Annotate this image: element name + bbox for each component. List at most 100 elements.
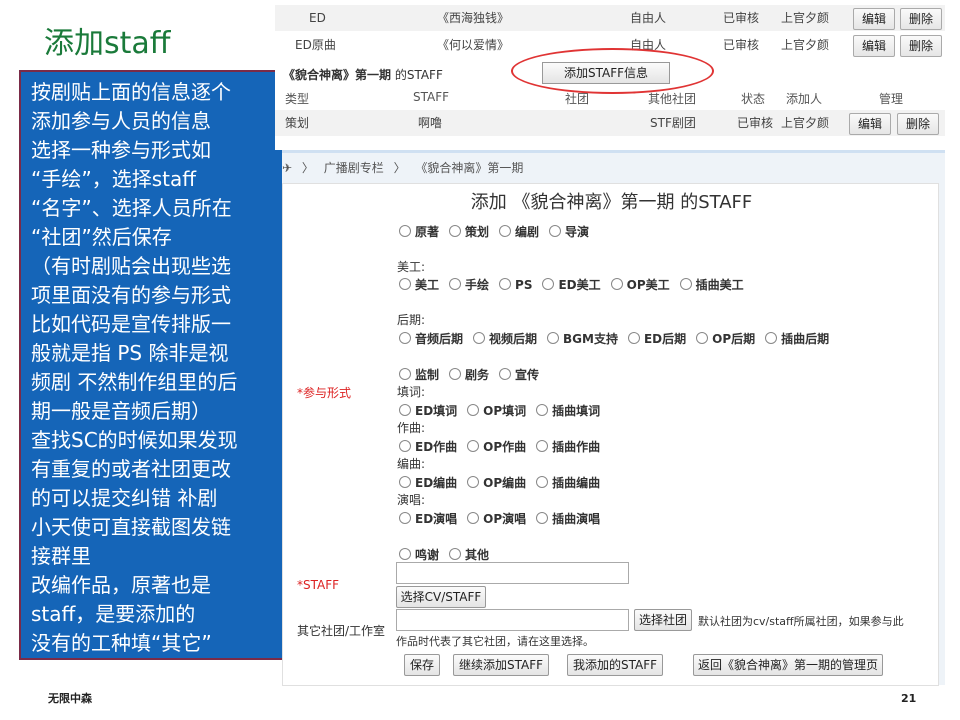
- role-radio-option[interactable]: PS: [499, 278, 532, 292]
- note-line: （有时剧贴会出现些选: [31, 254, 231, 278]
- row-type: ED原曲: [295, 38, 336, 52]
- row-other-club: STF剧团: [650, 116, 696, 130]
- row-status: 已审核: [737, 116, 774, 130]
- note-line: “名字”、选择人员所在: [31, 196, 232, 220]
- role-radio-option[interactable]: 原著: [399, 223, 439, 240]
- radio-group-post: 音频后期 视频后期 BGM支持 ED后期 OP后期 插曲后期: [399, 330, 839, 347]
- delete-button[interactable]: 删除: [900, 8, 942, 30]
- row-club: 自由人: [630, 11, 667, 25]
- role-radio-option[interactable]: 插曲演唱: [536, 510, 600, 527]
- edit-button[interactable]: 编辑: [853, 8, 895, 30]
- header-type: 类型: [285, 92, 310, 106]
- art-label: 美工:: [397, 260, 426, 274]
- radio-group-arrange: ED编曲 OP编曲 插曲编曲: [399, 474, 610, 491]
- role-radio-option[interactable]: 手绘: [449, 276, 489, 293]
- slide-title: 添加staff: [44, 26, 171, 61]
- role-radio-option[interactable]: ED编曲: [399, 474, 457, 491]
- edit-button[interactable]: 编辑: [849, 113, 891, 135]
- row-work: 《西海独钱》: [437, 11, 510, 25]
- breadcrumb-column[interactable]: 广播剧专栏: [324, 161, 384, 175]
- note-line: staff，是要添加的: [31, 602, 196, 626]
- role-radio-option[interactable]: 音频后期: [399, 330, 463, 347]
- role-radio-option[interactable]: OP美工: [611, 276, 670, 293]
- add-staff-form-screenshot: ✈ 〉 广播剧专栏 〉 《貌合神离》第一期 添加 《貌合神离》第一期 的STAF…: [282, 150, 945, 686]
- post-label: 后期:: [397, 313, 426, 327]
- select-club-button[interactable]: 选择社团: [634, 609, 692, 631]
- row-status: 已审核: [723, 38, 760, 52]
- radio-group-sing: ED演唱 OP演唱 插曲演唱: [399, 510, 610, 527]
- role-radio-option[interactable]: OP作曲: [467, 438, 526, 455]
- role-radio-option[interactable]: BGM支持: [547, 330, 618, 347]
- role-radio-option[interactable]: 宣传: [499, 366, 539, 383]
- breadcrumb: ✈ 〉 广播剧专栏 〉 《貌合神离》第一期: [282, 159, 529, 176]
- staff-table-header: 类型 STAFF 社团 其他社团 状态 添加人 管理: [275, 88, 945, 108]
- note-line: 小天使可直接截图发链: [31, 515, 231, 539]
- role-radio-option[interactable]: 编剧: [499, 223, 539, 240]
- role-radio-option[interactable]: 策划: [449, 223, 489, 240]
- role-radio-option[interactable]: OP演唱: [467, 510, 526, 527]
- role-radio-option[interactable]: ED作曲: [399, 438, 457, 455]
- note-line: 期一般是音频后期）: [31, 399, 211, 423]
- role-radio-option[interactable]: OP后期: [696, 330, 755, 347]
- chevron-right-icon: 〉: [393, 161, 406, 175]
- radio-group-lyrics: ED填词 OP填词 插曲填词: [399, 402, 610, 419]
- home-icon[interactable]: ✈: [282, 161, 292, 175]
- role-radio-option[interactable]: 监制: [399, 366, 439, 383]
- my-added-staff-button[interactable]: 我添加的STAFF: [567, 654, 663, 676]
- note-line: 改编作品，原著也是: [31, 573, 211, 597]
- radio-group-thanks: 鸣谢 其他: [399, 546, 499, 563]
- role-radio-option[interactable]: ED后期: [628, 330, 686, 347]
- header-club: 社团: [565, 92, 590, 106]
- save-button[interactable]: 保存: [404, 654, 440, 676]
- role-radio-option[interactable]: 插曲填词: [536, 402, 600, 419]
- note-line: “社团”然后保存: [31, 225, 172, 249]
- delete-button[interactable]: 删除: [900, 35, 942, 57]
- table-row: ED 《西海独钱》 自由人 已审核 上官夕颜 编辑 删除: [275, 5, 945, 31]
- note-line: “手绘”，选择staff: [31, 167, 197, 191]
- sing-label: 演唱:: [397, 493, 426, 507]
- row-adder: 上官夕颜: [781, 116, 830, 130]
- note-line: 按剧贴上面的信息逐个: [31, 80, 231, 104]
- note-line: 没有的工种填“其它”: [31, 631, 212, 655]
- note-line: 频剧 不然制作组里的后: [31, 370, 238, 394]
- role-radio-option[interactable]: 导演: [549, 223, 589, 240]
- note-line: 项里面没有的参与形式: [31, 283, 231, 307]
- header-manage: 管理: [879, 92, 904, 106]
- radio-group-art: 美工 手绘 PS ED美工 OP美工 插曲美工: [399, 276, 754, 293]
- header-status: 状态: [741, 92, 766, 106]
- role-radio-option[interactable]: ED美工: [542, 276, 600, 293]
- club-hint-line1: 默认社团为cv/staff所属社团，如果参与此: [698, 615, 904, 628]
- back-to-manage-button[interactable]: 返回《貌合神离》第一期的管理页: [693, 654, 883, 676]
- edit-button[interactable]: 编辑: [853, 35, 895, 57]
- staff-label: *STAFF: [297, 578, 340, 592]
- role-radio-option[interactable]: 鸣谢: [399, 546, 439, 563]
- header-adder: 添加人: [786, 92, 823, 106]
- role-radio-option[interactable]: 美工: [399, 276, 439, 293]
- role-radio-option[interactable]: 其他: [449, 546, 489, 563]
- note-line: 选择一种参与形式如: [31, 138, 211, 162]
- role-radio-option[interactable]: ED演唱: [399, 510, 457, 527]
- role-radio-option[interactable]: ED填词: [399, 402, 457, 419]
- breadcrumb-episode[interactable]: 《貌合神离》第一期: [415, 161, 523, 175]
- staff-section-title: 《貌合神离》第一期 的STAFF: [283, 68, 443, 82]
- role-radio-option[interactable]: 插曲编曲: [536, 474, 600, 491]
- delete-button[interactable]: 删除: [897, 113, 939, 135]
- radio-group-compose: ED作曲 OP作曲 插曲作曲: [399, 438, 610, 455]
- select-cv-staff-button[interactable]: 选择CV/STAFF: [396, 586, 486, 608]
- header-other-club: 其他社团: [648, 92, 697, 106]
- role-radio-option[interactable]: 插曲作曲: [536, 438, 600, 455]
- role-radio-option[interactable]: 剧务: [449, 366, 489, 383]
- continue-add-staff-button[interactable]: 继续添加STAFF: [453, 654, 549, 676]
- role-radio-option[interactable]: 插曲后期: [765, 330, 829, 347]
- instruction-note-box: 按剧贴上面的信息逐个 添加参与人员的信息 选择一种参与形式如 “手绘”，选择staff…: [19, 70, 287, 660]
- staff-input[interactable]: [396, 562, 629, 584]
- lyrics-label: 填词:: [397, 385, 426, 399]
- note-line: 接群里: [31, 544, 91, 568]
- other-club-input[interactable]: [396, 609, 629, 631]
- role-radio-option[interactable]: OP填词: [467, 402, 526, 419]
- role-radio-option[interactable]: 插曲美工: [680, 276, 744, 293]
- role-radio-option[interactable]: OP编曲: [467, 474, 526, 491]
- note-line: 般就是指 PS 除非是视: [31, 341, 229, 365]
- row-adder: 上官夕颜: [781, 11, 830, 25]
- role-radio-option[interactable]: 视频后期: [473, 330, 537, 347]
